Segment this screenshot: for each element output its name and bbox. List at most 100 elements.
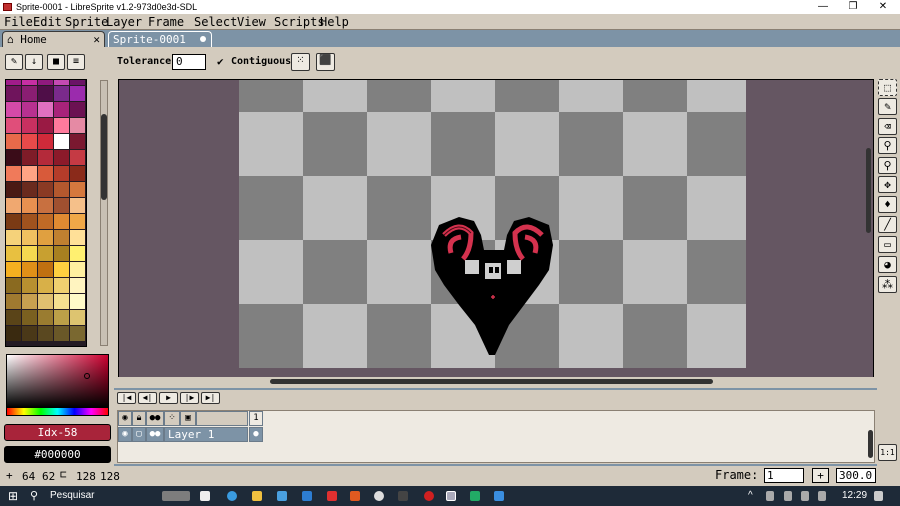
palette-swatch[interactable] bbox=[6, 262, 21, 277]
tolerance-input[interactable]: 0 bbox=[172, 54, 206, 70]
palette-swatch[interactable] bbox=[54, 182, 69, 197]
layer-visibility-icon[interactable]: ◉ bbox=[118, 427, 132, 442]
palette-swatch[interactable] bbox=[70, 118, 85, 133]
pencil-icon[interactable]: ✎ bbox=[5, 54, 23, 70]
palette-swatch[interactable] bbox=[38, 166, 53, 181]
app-red-icon[interactable] bbox=[327, 491, 337, 501]
menu-select[interactable]: Select bbox=[194, 14, 237, 30]
palette-swatch[interactable] bbox=[22, 246, 37, 261]
hue-slider[interactable] bbox=[6, 407, 109, 416]
palette-scroll-thumb[interactable] bbox=[101, 114, 107, 200]
palette-swatch[interactable] bbox=[54, 118, 69, 133]
palette-swatch[interactable] bbox=[54, 86, 69, 101]
menu-sprite[interactable]: Sprite bbox=[65, 14, 108, 30]
palette-swatch[interactable] bbox=[38, 150, 53, 165]
menu-layer[interactable]: Layer bbox=[106, 14, 142, 30]
palette-swatch[interactable] bbox=[38, 294, 53, 309]
file-explorer-icon[interactable] bbox=[252, 491, 262, 501]
tab-sprite[interactable]: Sprite-0001 bbox=[108, 31, 212, 47]
palette-swatch[interactable] bbox=[22, 310, 37, 325]
palette-swatch[interactable] bbox=[6, 86, 21, 101]
palette-swatch[interactable] bbox=[22, 326, 37, 341]
palette-swatch[interactable] bbox=[54, 326, 69, 341]
eye-icon[interactable]: ◉ bbox=[118, 411, 132, 426]
palette-swatch[interactable] bbox=[54, 294, 69, 309]
fill-icon[interactable]: ♦ bbox=[878, 196, 897, 213]
palette-swatch[interactable] bbox=[6, 214, 21, 229]
menu-file[interactable]: File bbox=[4, 14, 33, 30]
palette-swatch[interactable] bbox=[22, 166, 37, 181]
palette-swatch[interactable] bbox=[70, 278, 85, 293]
palette-swatch[interactable] bbox=[22, 118, 37, 133]
palette-swatch[interactable] bbox=[38, 326, 53, 341]
marquee-icon[interactable]: ⬚ bbox=[878, 79, 897, 96]
palette-swatch[interactable] bbox=[54, 134, 69, 149]
palette-swatch[interactable] bbox=[6, 246, 21, 261]
frame-header[interactable]: 1 bbox=[249, 411, 263, 426]
palette-swatch[interactable] bbox=[22, 294, 37, 309]
palette-menu-icon[interactable]: ≡ bbox=[67, 54, 85, 70]
windows-start-icon[interactable]: ⊞ bbox=[8, 489, 18, 503]
close-window-icon[interactable]: ✕ bbox=[868, 0, 898, 14]
eraser-icon[interactable]: ⌫ bbox=[878, 118, 897, 135]
onion-skin-icon[interactable]: ⁘ bbox=[164, 411, 180, 426]
minimize-icon[interactable]: — bbox=[808, 0, 838, 14]
palette-swatch[interactable] bbox=[38, 118, 53, 133]
layer-name[interactable]: Layer 1 bbox=[164, 427, 248, 442]
zoom-one-to-one-button[interactable]: 1:1 bbox=[878, 444, 897, 461]
color-picker-handle[interactable] bbox=[84, 373, 90, 379]
vertical-scroll-thumb[interactable] bbox=[866, 148, 871, 233]
palette-swatch[interactable] bbox=[6, 310, 21, 325]
palette-swatch[interactable] bbox=[70, 214, 85, 229]
palette-swatch[interactable] bbox=[6, 134, 21, 149]
palette-swatch[interactable] bbox=[38, 246, 53, 261]
palette-swatch[interactable] bbox=[6, 294, 21, 309]
store-icon[interactable] bbox=[302, 491, 312, 501]
tab-home[interactable]: ⌂ Home ✕ bbox=[2, 31, 105, 47]
palette-swatch[interactable] bbox=[38, 134, 53, 149]
palette-swatch[interactable] bbox=[70, 310, 85, 325]
checkmark-icon[interactable]: ✔ bbox=[217, 55, 224, 68]
cel-icon[interactable]: ● bbox=[249, 427, 263, 442]
layer-link-icon[interactable]: ●● bbox=[146, 427, 164, 442]
palette-swatch[interactable] bbox=[70, 326, 85, 341]
palette-swatch[interactable] bbox=[54, 198, 69, 213]
chrome-icon[interactable] bbox=[374, 491, 384, 501]
background-color[interactable]: #000000 bbox=[4, 446, 111, 463]
foreground-color[interactable]: Idx-58 bbox=[4, 424, 111, 441]
office-icon[interactable] bbox=[350, 491, 360, 501]
save-palette-icon[interactable]: ■ bbox=[47, 54, 65, 70]
palette-swatch[interactable] bbox=[6, 278, 21, 293]
palette-swatch[interactable] bbox=[54, 102, 69, 117]
palette-swatch[interactable] bbox=[22, 262, 37, 277]
tray-app-icon[interactable] bbox=[784, 491, 792, 501]
rectangle-icon[interactable]: ▭ bbox=[878, 236, 897, 253]
zoom-icon[interactable]: ⚲ bbox=[878, 157, 897, 174]
palette-swatch[interactable] bbox=[54, 246, 69, 261]
terminal-icon[interactable] bbox=[398, 491, 408, 501]
layer-options-icon[interactable]: ▣ bbox=[180, 411, 196, 426]
palette-swatch[interactable] bbox=[22, 230, 37, 245]
eyedropper-icon[interactable]: ⚲ bbox=[878, 137, 897, 154]
palette-swatch[interactable] bbox=[22, 214, 37, 229]
palette-swatch[interactable] bbox=[70, 246, 85, 261]
palette-swatch[interactable] bbox=[6, 166, 21, 181]
palette-swatch[interactable] bbox=[38, 214, 53, 229]
palette-swatch[interactable] bbox=[6, 198, 21, 213]
menu-frame[interactable]: Frame bbox=[148, 14, 184, 30]
tray-chevron-icon[interactable]: ^ bbox=[748, 490, 753, 501]
app-green-icon[interactable] bbox=[470, 491, 480, 501]
color-spectrum[interactable] bbox=[6, 354, 109, 408]
opera-icon[interactable] bbox=[424, 491, 434, 501]
palette-swatch[interactable] bbox=[22, 134, 37, 149]
palette-swatch[interactable] bbox=[22, 278, 37, 293]
palette-swatch[interactable] bbox=[6, 118, 21, 133]
palette-swatch[interactable] bbox=[70, 230, 85, 245]
palette-swatch[interactable] bbox=[6, 102, 21, 117]
color-palette[interactable] bbox=[5, 79, 87, 347]
palette-swatch[interactable] bbox=[38, 80, 53, 85]
contiguous-label[interactable]: Contiguous bbox=[231, 56, 291, 67]
palette-swatch[interactable] bbox=[70, 198, 85, 213]
palette-swatch[interactable] bbox=[6, 150, 21, 165]
first-frame-icon[interactable]: |◀ bbox=[117, 392, 136, 404]
